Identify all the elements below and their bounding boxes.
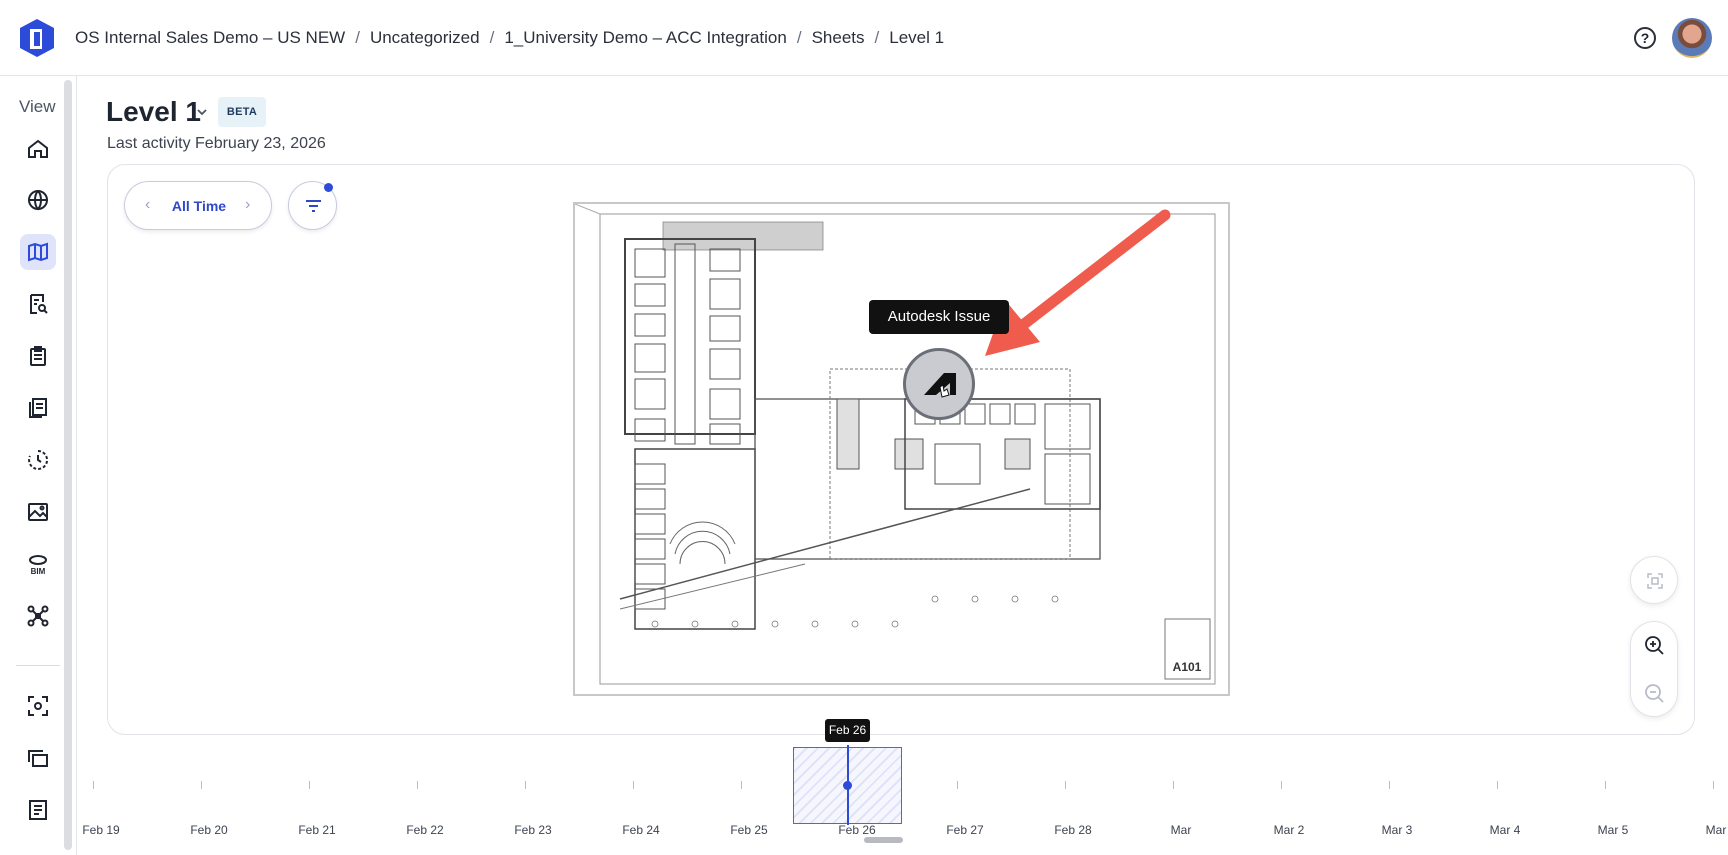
zoom-out-icon[interactable] bbox=[1631, 670, 1679, 718]
checklist-search-icon bbox=[30, 294, 48, 314]
breadcrumb-separator: / bbox=[796, 28, 802, 47]
annotation-arrow bbox=[985, 209, 1171, 356]
timeline-cursor-handle[interactable] bbox=[843, 781, 852, 790]
timeline-date-label[interactable]: Mar 6 bbox=[1706, 823, 1728, 837]
sidebar-view-label: View bbox=[19, 97, 56, 116]
timeline-tick bbox=[201, 781, 202, 789]
breadcrumb-separator: / bbox=[874, 28, 880, 47]
timeline-date-label[interactable]: Feb 22 bbox=[406, 823, 443, 837]
timeline-tick bbox=[741, 781, 742, 789]
breadcrumb-separator: / bbox=[489, 28, 495, 47]
timeline-tick bbox=[1281, 781, 1282, 789]
help-icon[interactable]: ? bbox=[1634, 27, 1656, 49]
timeline-tick bbox=[1713, 781, 1714, 789]
timeline-date-label[interactable]: Feb 19 bbox=[82, 823, 119, 837]
chevron-down-icon[interactable] bbox=[196, 106, 208, 118]
sidebar-item-map[interactable] bbox=[20, 234, 56, 270]
breadcrumb: OS Internal Sales Demo – US NEW / Uncate… bbox=[75, 28, 944, 48]
sidebar-item-capture[interactable] bbox=[20, 688, 56, 724]
report-icon bbox=[29, 800, 47, 820]
timeline-date-label[interactable]: Feb 25 bbox=[730, 823, 767, 837]
breadcrumb-separator: / bbox=[355, 28, 360, 47]
zoom-in-icon[interactable] bbox=[1631, 622, 1679, 670]
image-icon bbox=[28, 503, 48, 521]
timeline-tick bbox=[1605, 781, 1606, 789]
drone-icon bbox=[27, 605, 49, 627]
breadcrumb-item-current: Level 1 bbox=[889, 28, 945, 47]
svg-text:BIM: BIM bbox=[31, 567, 46, 576]
timeline-tick bbox=[1497, 781, 1498, 789]
breadcrumb-item-sheets[interactable]: Sheets bbox=[812, 28, 865, 48]
zoom-controls bbox=[1630, 621, 1678, 717]
breadcrumb-item-subproject[interactable]: 1_University Demo – ACC Integration bbox=[504, 28, 787, 48]
timeline-date-label[interactable]: Feb 20 bbox=[190, 823, 227, 837]
timeline-date-label[interactable]: Feb 23 bbox=[514, 823, 551, 837]
timeline-tick bbox=[309, 781, 310, 789]
bim-icon: BIM bbox=[29, 555, 47, 576]
app-logo-icon[interactable] bbox=[18, 18, 56, 58]
timeline-date-label[interactable]: Feb 21 bbox=[298, 823, 335, 837]
issue-tooltip: Autodesk Issue bbox=[869, 300, 1009, 334]
breadcrumb-item-folder[interactable]: Uncategorized bbox=[370, 28, 480, 48]
sidebar-item-globe[interactable] bbox=[20, 182, 56, 218]
timeline-date-label[interactable]: Mar 5 bbox=[1598, 823, 1629, 837]
time-filter-button[interactable]: ‹ All Time › bbox=[124, 181, 272, 230]
timeline-tick bbox=[525, 781, 526, 789]
timeline-tick bbox=[633, 781, 634, 789]
timeline-date-label[interactable]: Mar 3 bbox=[1382, 823, 1413, 837]
sidebar-item-bim[interactable]: BIM bbox=[20, 546, 56, 582]
timeline-scrollbar[interactable] bbox=[864, 837, 903, 843]
sheet-number: A101 bbox=[1173, 660, 1202, 674]
documents-icon bbox=[29, 398, 47, 418]
sidebar-scrollbar[interactable] bbox=[64, 80, 72, 850]
chevron-right-icon[interactable]: › bbox=[245, 196, 250, 214]
last-activity-text: Last activity February 23, 2026 bbox=[107, 135, 326, 152]
sidebar-item-documents[interactable] bbox=[20, 390, 56, 426]
timeline-date-label[interactable]: Mar bbox=[1171, 823, 1192, 837]
schedule-clock-icon bbox=[28, 449, 49, 470]
sidebar-item-layers[interactable] bbox=[20, 740, 56, 776]
timeline-date-label[interactable]: Feb 24 bbox=[622, 823, 659, 837]
timeline-tick bbox=[93, 781, 94, 789]
sidebar-item-inspections[interactable] bbox=[20, 286, 56, 322]
fit-view-button[interactable] bbox=[1630, 556, 1678, 604]
timeline-selected-date: Feb 26 bbox=[825, 719, 870, 742]
beta-badge: BETA bbox=[218, 97, 266, 127]
timeline-tick bbox=[1173, 781, 1174, 789]
sidebar-item-schedule[interactable] bbox=[20, 442, 56, 478]
timeline-date-label[interactable]: Mar 4 bbox=[1490, 823, 1521, 837]
filter-active-indicator bbox=[324, 183, 333, 192]
timeline-tick bbox=[417, 781, 418, 789]
breadcrumb-item-project[interactable]: OS Internal Sales Demo – US NEW bbox=[75, 28, 345, 48]
globe-icon bbox=[28, 190, 48, 211]
sidebar-item-photos[interactable] bbox=[20, 494, 56, 530]
timeline-date-label[interactable]: Feb 26 bbox=[838, 823, 875, 837]
timeline-date-label[interactable]: Feb 28 bbox=[1054, 823, 1091, 837]
clipboard-icon bbox=[30, 346, 46, 366]
autodesk-issue-marker[interactable] bbox=[903, 348, 975, 420]
timeline-date-label[interactable]: Feb 27 bbox=[946, 823, 983, 837]
fit-view-icon bbox=[1647, 573, 1663, 589]
sidebar-border bbox=[76, 76, 77, 855]
home-icon bbox=[28, 139, 48, 158]
page-title[interactable]: Level 1 bbox=[106, 96, 201, 128]
capture-icon bbox=[28, 696, 48, 716]
avatar[interactable] bbox=[1672, 18, 1712, 58]
sidebar-item-drone[interactable] bbox=[20, 598, 56, 634]
timeline-tick bbox=[1389, 781, 1390, 789]
top-bar: OS Internal Sales Demo – US NEW / Uncate… bbox=[0, 0, 1728, 76]
time-filter-label: All Time bbox=[171, 198, 227, 214]
timeline-tick bbox=[1065, 781, 1066, 789]
layers-icon bbox=[28, 750, 48, 767]
timeline-date-label[interactable]: Mar 2 bbox=[1274, 823, 1305, 837]
timeline-tick bbox=[957, 781, 958, 789]
sidebar-item-home[interactable] bbox=[20, 131, 56, 167]
sidebar-divider bbox=[16, 665, 60, 666]
sidebar-item-report[interactable] bbox=[20, 792, 56, 828]
autodesk-logo-icon bbox=[924, 373, 956, 398]
sidebar-item-clipboard[interactable] bbox=[20, 338, 56, 374]
map-icon bbox=[28, 242, 48, 262]
